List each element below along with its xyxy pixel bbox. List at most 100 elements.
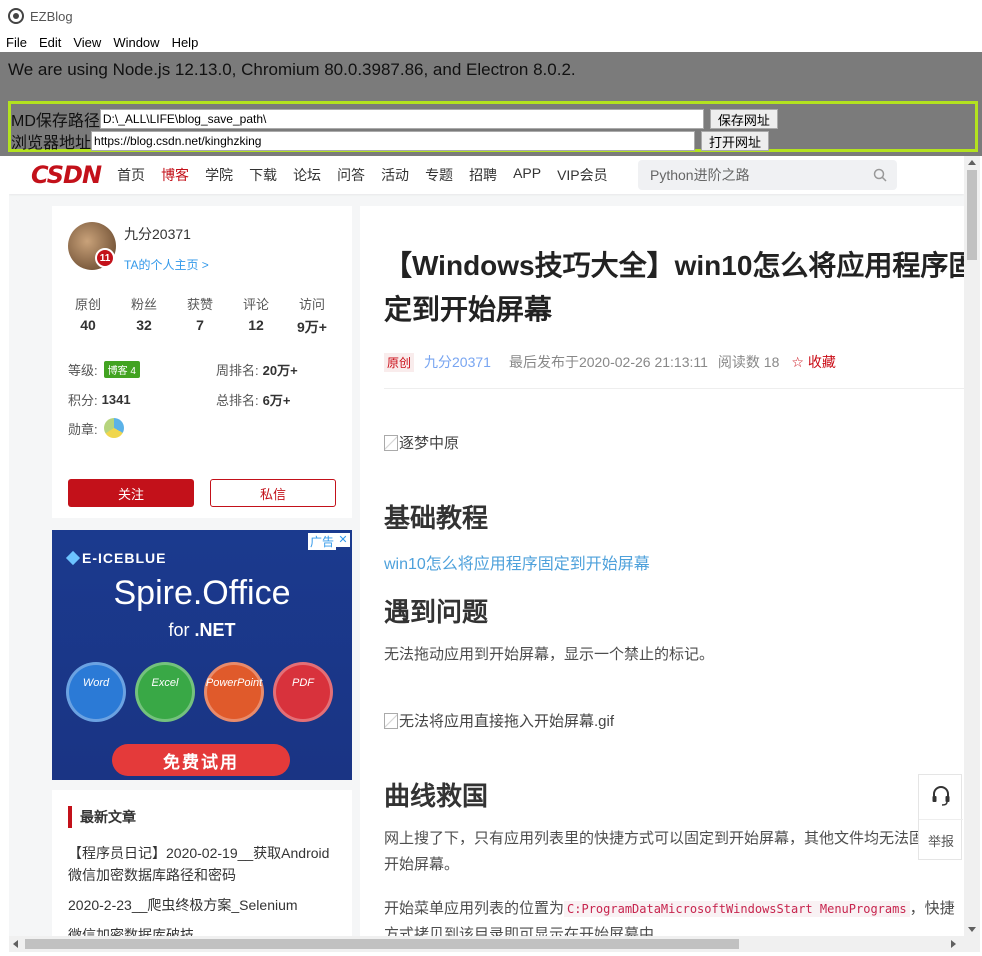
article-reads: 阅读数 18 <box>717 354 780 370</box>
nav-download[interactable]: 下载 <box>249 165 277 185</box>
profile-name[interactable]: 九分20371 <box>124 224 191 244</box>
word-icon: Word <box>66 662 126 722</box>
points-row: 积分: 1341 <box>68 390 131 409</box>
favorite-button[interactable]: ☆ 收藏 <box>791 352 835 372</box>
close-icon[interactable]: ✕ <box>336 533 350 547</box>
total-rank-label: 总排名: <box>216 393 259 408</box>
nav-home[interactable]: 首页 <box>117 165 145 185</box>
list-item[interactable]: 2020-2-23__爬虫终极方案_Selenium <box>68 894 338 916</box>
app-icon <box>8 8 24 24</box>
md-path-input[interactable] <box>99 109 704 129</box>
article-author[interactable]: 九分20371 <box>424 352 491 372</box>
report-button[interactable]: 举报 <box>919 831 963 850</box>
url-label: 浏览器地址 <box>11 135 92 152</box>
medal-row: 勋章: <box>68 418 124 438</box>
heading-solution: 曲线救国 <box>384 781 489 811</box>
ad-product-icons: Word Excel PowerPoint PDF <box>66 662 342 722</box>
stat-original: 原创 40 <box>74 297 101 333</box>
ad-cta-button[interactable]: 免费试用 <box>112 744 290 776</box>
solution-paragraph: 网上搜了下，只有应用列表里的快捷方式可以固定到开始屏幕，其他文件均无法固定到开始… <box>384 830 955 873</box>
article-title: 【Windows技巧大全】win10怎么将应用程序固定到开始屏幕 <box>384 250 964 325</box>
csdn-logo[interactable]: CSDN <box>31 161 102 189</box>
headset-icon[interactable] <box>931 785 951 807</box>
powerpoint-icon: PowerPoint <box>204 662 264 722</box>
pdf-icon: PDF <box>273 662 333 722</box>
level-label: 等级: <box>68 363 98 378</box>
message-button[interactable]: 私信 <box>210 479 336 507</box>
md-path-label: MD保存路径 <box>11 113 100 130</box>
medal-icon[interactable] <box>103 418 124 438</box>
scroll-left-icon[interactable] <box>13 940 18 948</box>
path-code: C:ProgramDataMicrosoftWindowsStart MenuP… <box>564 901 910 917</box>
ad-tag: 广告 <box>307 533 336 550</box>
search-placeholder: Python进阶之路 <box>650 167 750 183</box>
total-rank-row: 总排名: 6万+ <box>216 390 290 409</box>
nav-jobs[interactable]: 招聘 <box>469 165 497 185</box>
menu-window[interactable]: Window <box>107 35 165 50</box>
list-item[interactable]: 【程序员日记】2020-02-19__获取Android微信加密数据库路径和密码 <box>68 842 338 886</box>
scroll-up-icon[interactable] <box>968 160 976 165</box>
week-rank-value: 20万+ <box>262 363 298 378</box>
broken-image-2: 无法将应用直接拖入开始屏幕.gif <box>384 710 614 731</box>
points-value: 1341 <box>101 392 131 407</box>
nav-vip[interactable]: VIP会员 <box>557 165 608 185</box>
avatar-level-badge: 11 <box>95 248 115 268</box>
recent-articles: 最新文章 【程序员日记】2020-02-19__获取Android微信加密数据库… <box>52 790 352 936</box>
excel-icon: Excel <box>135 662 195 722</box>
heading-basic: 基础教程 <box>384 503 489 533</box>
nav-activity[interactable]: 活动 <box>381 165 409 185</box>
title-bar: EZBlog <box>0 0 982 32</box>
side-float-tools: 举报 <box>918 774 963 860</box>
profile-homepage-link[interactable]: TA的个人主页 > <box>124 256 209 273</box>
profile-stats: 原创 40 粉丝 32 获赞 7 评论 12 访问 9万+ <box>60 294 344 337</box>
broken-image-1: 逐梦中原 <box>384 432 459 453</box>
level-badge: 博客 4 <box>103 361 140 378</box>
ad-banner[interactable]: 广告 ✕ E-ICEBLUE Spire.Office for .NET Wor… <box>52 530 352 780</box>
nav-topics[interactable]: 专题 <box>425 165 453 185</box>
total-rank-value: 6万+ <box>262 393 291 408</box>
level-row: 等级: 博客 4 <box>68 360 140 379</box>
nav-app[interactable]: APP <box>513 165 541 185</box>
menu-file[interactable]: File <box>0 35 33 50</box>
scroll-down-icon[interactable] <box>968 927 976 932</box>
list-item[interactable]: 微信加密数据库破技 <box>68 924 338 936</box>
menu-help[interactable]: Help <box>166 35 205 50</box>
vertical-scrollbar[interactable] <box>964 156 980 936</box>
medal-label: 勋章: <box>68 421 98 437</box>
week-rank-label: 周排名: <box>216 363 259 378</box>
path-paragraph: 开始菜单应用列表的位置为 C:ProgramDataMicrosoftWindow… <box>384 900 955 936</box>
save-path-button[interactable]: 保存网址 <box>709 109 778 129</box>
menu-edit[interactable]: Edit <box>33 35 67 50</box>
nav-forum[interactable]: 论坛 <box>293 165 321 185</box>
follow-button[interactable]: 关注 <box>68 479 194 507</box>
menu-view[interactable]: View <box>67 35 107 50</box>
ad-brand: E-ICEBLUE <box>68 550 166 566</box>
search-input[interactable]: Python进阶之路 <box>638 160 897 190</box>
divider <box>919 819 963 820</box>
browser-view: CSDN 首页 博客 学院 下载 论坛 问答 活动 专题 招聘 APP VIP会… <box>9 156 964 936</box>
config-panel: MD保存路径 保存网址 浏览器地址 打开网址 <box>8 101 978 152</box>
search-icon[interactable] <box>873 168 887 182</box>
url-input[interactable] <box>91 131 696 151</box>
basic-tutorial-link[interactable]: win10怎么将应用程序固定到开始屏幕 <box>384 550 650 574</box>
problem-paragraph: 无法拖动应用到开始屏幕，显示一个禁止的标记。 <box>384 646 715 663</box>
scroll-right-icon[interactable] <box>951 940 956 948</box>
ad-subtitle: for .NET <box>168 620 236 640</box>
heading-problem: 遇到问题 <box>384 597 489 627</box>
original-tag: 原创 <box>384 352 415 372</box>
nav-qa[interactable]: 问答 <box>337 165 365 185</box>
horizontal-scrollbar[interactable] <box>9 936 980 952</box>
profile-card: 11 九分20371 TA的个人主页 > 原创 40 粉丝 32 获赞 7 评论… <box>52 206 352 518</box>
ad-title: Spire.Office <box>113 574 291 612</box>
nav-academy[interactable]: 学院 <box>205 165 233 185</box>
scroll-thumb[interactable] <box>25 939 739 949</box>
stat-likes: 获赞 7 <box>186 297 213 333</box>
scroll-thumb[interactable] <box>967 170 977 260</box>
week-rank-row: 周排名: 20万+ <box>216 360 298 379</box>
site-nav: CSDN 首页 博客 学院 下载 论坛 问答 活动 专题 招聘 APP VIP会… <box>9 156 964 194</box>
nav-blog[interactable]: 博客 <box>161 165 189 185</box>
open-url-button[interactable]: 打开网址 <box>701 131 770 151</box>
divider <box>384 388 964 389</box>
article-main: 【Windows技巧大全】win10怎么将应用程序固定到开始屏幕 原创 九分20… <box>360 206 964 936</box>
stat-fans: 粉丝 32 <box>130 297 157 333</box>
